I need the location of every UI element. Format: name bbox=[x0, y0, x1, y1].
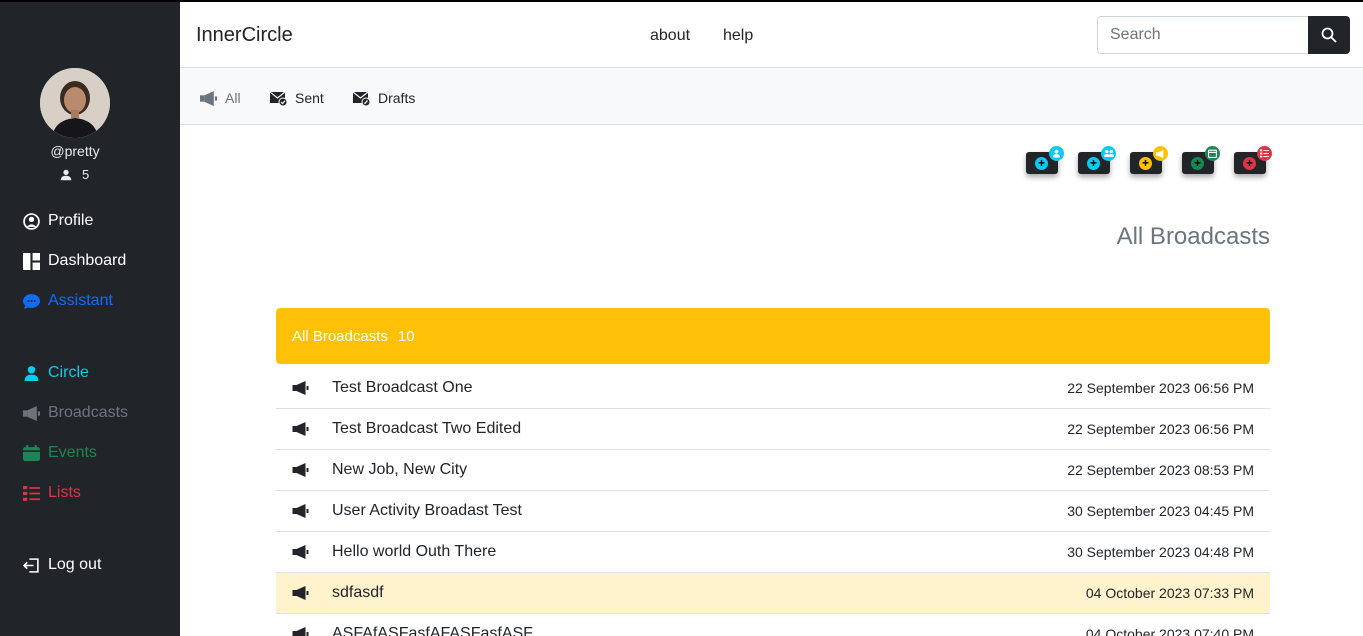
sidebar-item-circle[interactable]: Circle bbox=[23, 364, 89, 382]
tab-sent[interactable]: Sent bbox=[270, 90, 324, 106]
dashboard-icon bbox=[23, 252, 40, 270]
tab-label: Sent bbox=[295, 90, 324, 106]
sidebar-item-label: Events bbox=[48, 444, 97, 461]
list-item[interactable]: Test Broadcast Two Edited 22 September 2… bbox=[276, 409, 1270, 450]
megaphone-icon bbox=[292, 545, 309, 559]
sidebar-item-assistant[interactable]: Assistant bbox=[23, 292, 113, 310]
megaphone-icon bbox=[1153, 146, 1168, 161]
broadcast-subnav: All Sent Drafts bbox=[180, 68, 1363, 125]
person-icon bbox=[60, 169, 72, 180]
person-icon bbox=[23, 365, 40, 382]
sidebar-item-label: Broadcasts bbox=[48, 404, 129, 421]
sidebar-item-label: Lists bbox=[48, 484, 81, 501]
broadcast-title: sdfasdf bbox=[332, 584, 384, 601]
plus-icon: + bbox=[1243, 157, 1256, 170]
avatar[interactable] bbox=[40, 68, 110, 138]
plus-icon: + bbox=[1139, 157, 1152, 170]
sidebar-item-events[interactable]: Events bbox=[23, 444, 97, 462]
followers-number: 5 bbox=[82, 167, 90, 182]
broadcast-date: 22 September 2023 08:53 PM bbox=[1067, 462, 1254, 478]
broadcast-title: Hello world Outh There bbox=[332, 543, 497, 560]
sidebar-item-logout[interactable]: Log out bbox=[23, 556, 101, 574]
sidebar-item-label: Dashboard bbox=[48, 252, 127, 269]
page-title: All Broadcasts bbox=[1116, 223, 1270, 250]
nav-link-help[interactable]: help bbox=[723, 27, 753, 45]
broadcast-date: 04 October 2023 07:33 PM bbox=[1085, 585, 1254, 601]
sidebar-item-broadcasts[interactable]: Broadcasts bbox=[23, 404, 128, 422]
broadcast-title: User Activity Broadast Test bbox=[332, 502, 522, 519]
search-icon bbox=[1321, 27, 1337, 43]
broadcast-title: ASFAfASFasfAFASFasfASF bbox=[332, 625, 533, 636]
sidebar-item-lists[interactable]: Lists bbox=[23, 484, 81, 502]
list-item[interactable]: ASFAfASFasfAFASFasfASF 04 October 2023 0… bbox=[276, 614, 1270, 636]
list-item[interactable]: sdfasdf 04 October 2023 07:33 PM bbox=[276, 573, 1270, 614]
broadcast-title: Test Broadcast Two Edited bbox=[332, 420, 522, 437]
list-item[interactable]: User Activity Broadast Test 30 September… bbox=[276, 491, 1270, 532]
sidebar: @pretty 5 Profile Dashboard Assistant Ci… bbox=[0, 0, 180, 636]
tab-drafts[interactable]: Drafts bbox=[353, 90, 415, 106]
add-group-button[interactable]: + bbox=[1078, 146, 1116, 174]
broadcast-title: Test Broadcast One bbox=[332, 379, 473, 396]
followers-count: 5 bbox=[60, 167, 89, 182]
list-item[interactable]: New Job, New City 22 September 2023 08:5… bbox=[276, 450, 1270, 491]
megaphone-icon bbox=[23, 405, 40, 422]
sidebar-item-label: Profile bbox=[48, 212, 94, 229]
megaphone-icon bbox=[292, 422, 309, 436]
user-circle-icon bbox=[23, 212, 40, 230]
card-title: All Broadcasts bbox=[292, 327, 388, 345]
broadcast-list: Test Broadcast One 22 September 2023 06:… bbox=[276, 368, 1270, 636]
broadcast-title: New Job, New City bbox=[332, 461, 468, 478]
add-event-button[interactable]: + bbox=[1182, 146, 1220, 174]
plus-icon: + bbox=[1191, 157, 1204, 170]
add-contact-button[interactable]: + bbox=[1026, 146, 1064, 174]
sidebar-item-label: Assistant bbox=[48, 292, 113, 309]
broadcast-date: 22 September 2023 06:56 PM bbox=[1067, 380, 1254, 396]
add-list-button[interactable]: + bbox=[1234, 146, 1272, 174]
calendar-icon bbox=[1205, 146, 1220, 161]
tab-all[interactable]: All bbox=[200, 90, 241, 106]
top-navbar: InnerCircle about help bbox=[180, 0, 1363, 68]
megaphone-icon bbox=[200, 90, 217, 106]
sidebar-item-dashboard[interactable]: Dashboard bbox=[23, 252, 126, 270]
list-item[interactable]: Test Broadcast One 22 September 2023 06:… bbox=[276, 368, 1270, 409]
sidebar-item-profile[interactable]: Profile bbox=[23, 212, 93, 230]
add-broadcast-button[interactable]: + bbox=[1130, 146, 1168, 174]
megaphone-icon bbox=[292, 586, 309, 600]
megaphone-icon bbox=[292, 381, 309, 395]
person-icon bbox=[1049, 146, 1064, 161]
brand-logo[interactable]: InnerCircle bbox=[196, 24, 293, 47]
plus-icon: + bbox=[1035, 157, 1048, 170]
search-button[interactable] bbox=[1308, 16, 1350, 54]
list-check-icon bbox=[23, 485, 40, 502]
megaphone-icon bbox=[292, 463, 309, 477]
calendar-icon bbox=[23, 444, 40, 462]
search-input[interactable] bbox=[1097, 16, 1309, 54]
tab-label: All bbox=[225, 90, 241, 106]
envelope-check-icon bbox=[270, 91, 287, 106]
logout-icon bbox=[23, 557, 40, 574]
megaphone-icon bbox=[292, 627, 309, 636]
broadcast-date: 30 September 2023 04:45 PM bbox=[1067, 503, 1254, 519]
list-check-icon bbox=[1257, 146, 1272, 161]
sidebar-item-label: Log out bbox=[48, 556, 102, 573]
broadcast-count: 10 bbox=[397, 327, 415, 345]
tab-label: Drafts bbox=[378, 90, 416, 106]
broadcast-date: 04 October 2023 07:40 PM bbox=[1085, 626, 1254, 636]
megaphone-icon bbox=[292, 504, 309, 518]
envelope-edit-icon bbox=[353, 91, 370, 106]
broadcast-date: 30 September 2023 04:48 PM bbox=[1067, 544, 1254, 560]
sidebar-item-label: Circle bbox=[48, 364, 89, 381]
broadcast-date: 22 September 2023 06:56 PM bbox=[1067, 421, 1254, 437]
people-icon bbox=[1101, 146, 1116, 161]
chat-icon bbox=[23, 293, 40, 310]
list-item[interactable]: Hello world Outh There 30 September 2023… bbox=[276, 532, 1270, 573]
username: @pretty bbox=[50, 143, 100, 159]
card-header: All Broadcasts 10 bbox=[276, 308, 1270, 364]
nav-link-about[interactable]: about bbox=[650, 27, 690, 45]
plus-icon: + bbox=[1087, 157, 1100, 170]
